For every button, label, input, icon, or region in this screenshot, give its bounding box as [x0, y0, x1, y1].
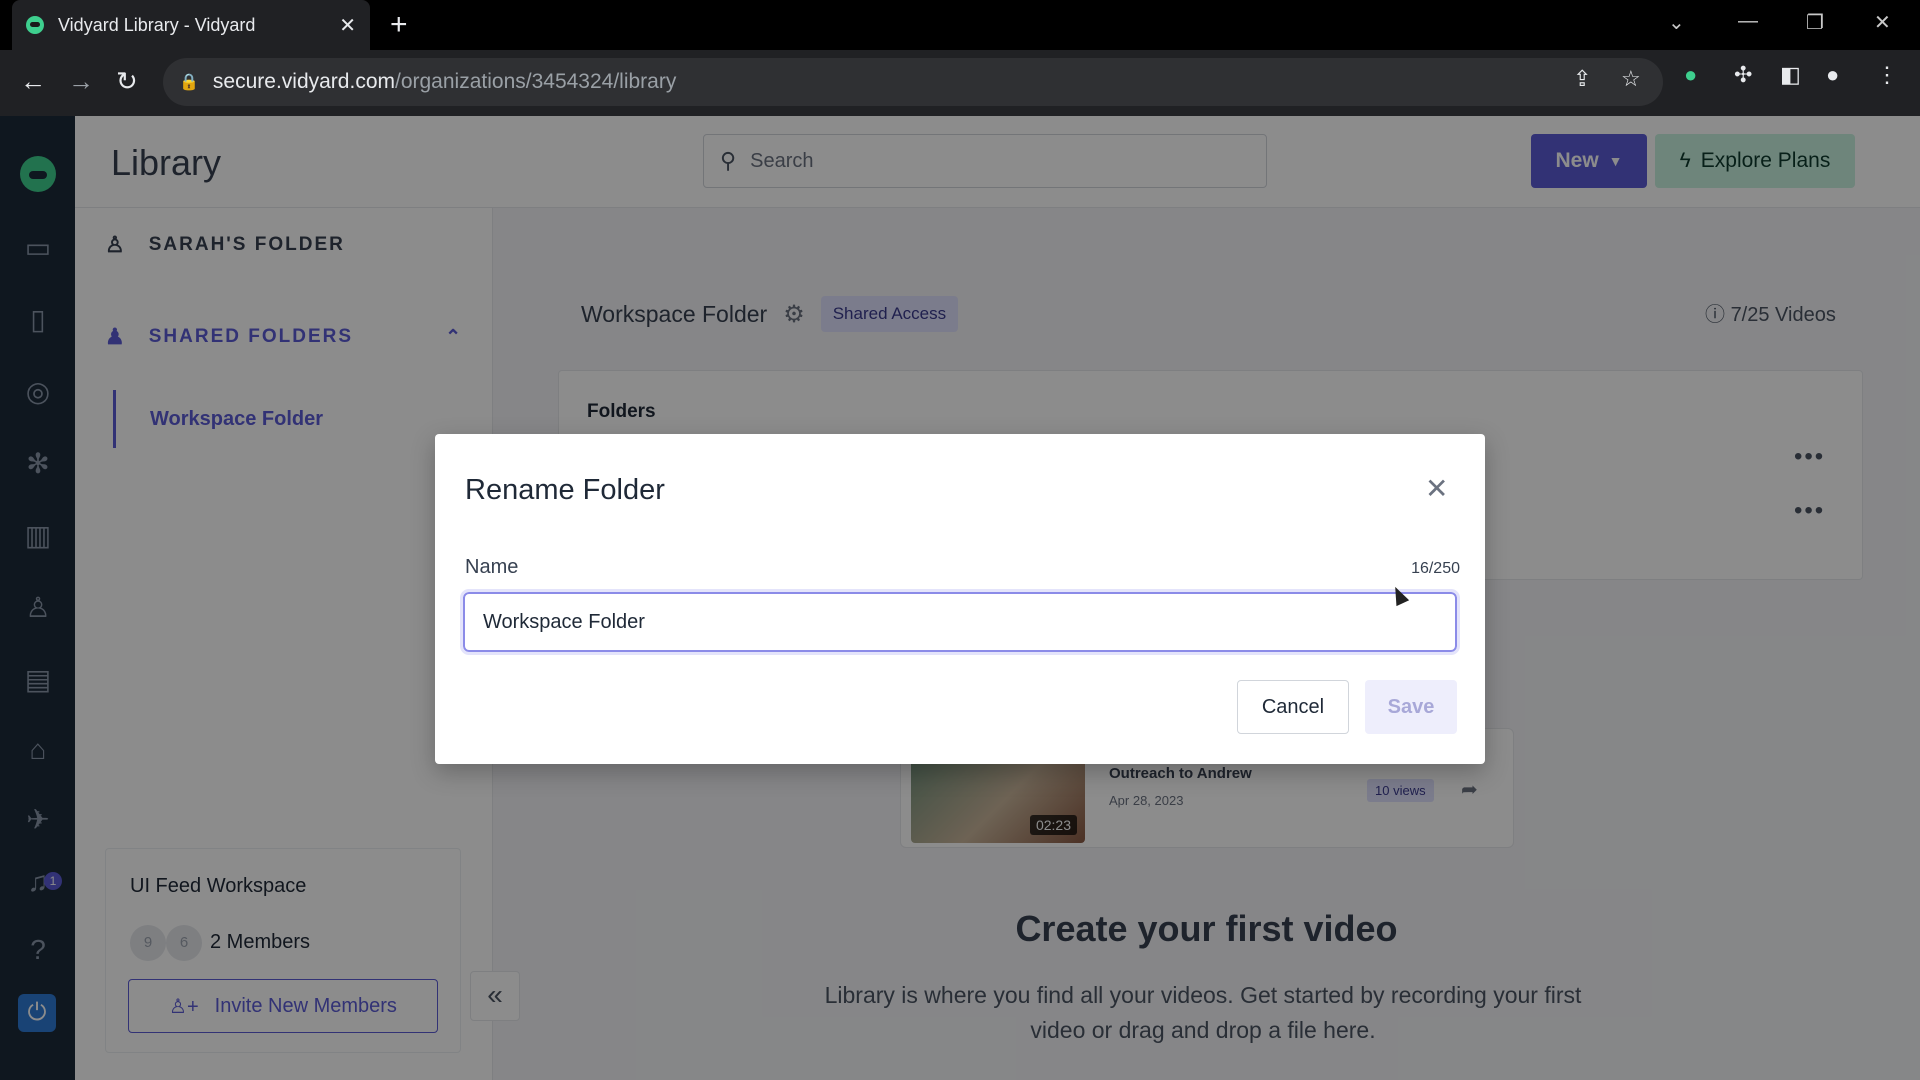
vidyard-favicon-icon — [26, 16, 44, 34]
side-panel-icon[interactable]: ◧ — [1780, 62, 1801, 88]
character-count: 16/250 — [1411, 560, 1460, 577]
browser-menu-icon[interactable]: ⋮ — [1876, 62, 1898, 88]
profile-avatar-icon[interactable]: ● — [1826, 62, 1839, 88]
folder-name-input[interactable] — [460, 589, 1460, 655]
rename-folder-modal: Rename Folder ✕ Name 16/250 Cancel Save — [435, 434, 1485, 764]
extensions-puzzle-icon[interactable]: ✣ — [1734, 62, 1752, 88]
tab-title: Vidyard Library - Vidyard — [58, 14, 256, 35]
close-window-icon[interactable]: ✕ — [1874, 10, 1891, 35]
cancel-button[interactable]: Cancel — [1237, 680, 1349, 734]
name-field-label: Name — [465, 556, 519, 578]
address-bar[interactable]: 🔒 secure.vidyard.com /organizations/3454… — [163, 58, 1663, 106]
restore-icon[interactable]: ❐ — [1806, 10, 1824, 35]
reload-icon[interactable]: ↻ — [116, 66, 138, 96]
browser-tab[interactable]: Vidyard Library - Vidyard ✕ — [12, 0, 370, 50]
tab-search-icon[interactable]: ⌄ — [1668, 10, 1685, 35]
browser-toolbar: ← → ↻ 🔒 secure.vidyard.com /organization… — [0, 50, 1920, 116]
save-button[interactable]: Save — [1365, 680, 1457, 734]
close-icon[interactable]: ✕ — [1425, 472, 1448, 505]
vidyard-extension-icon[interactable]: ● — [1684, 62, 1697, 88]
share-icon[interactable]: ⇪ — [1573, 66, 1591, 92]
url-host: secure.vidyard.com — [212, 70, 395, 93]
forward-icon[interactable]: → — [68, 66, 94, 96]
lock-icon[interactable]: 🔒 — [179, 72, 199, 92]
minimize-icon[interactable]: — — [1738, 10, 1758, 33]
browser-tab-bar: Vidyard Library - Vidyard ✕ + ⌄ — ❐ ✕ — [0, 0, 1920, 50]
url-path: /organizations/3454324/library — [395, 70, 677, 93]
bookmark-star-icon[interactable]: ☆ — [1621, 66, 1641, 92]
new-tab-icon[interactable]: + — [390, 8, 408, 42]
close-tab-icon[interactable]: ✕ — [339, 13, 356, 38]
back-icon[interactable]: ← — [20, 66, 46, 96]
modal-title: Rename Folder — [465, 474, 665, 506]
